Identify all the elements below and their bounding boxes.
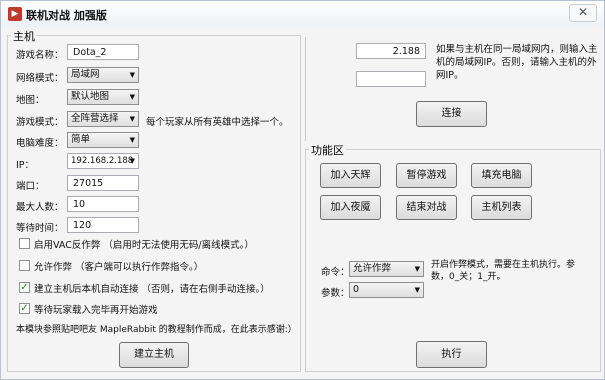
pause-game-button[interactable]: 暂停游戏	[396, 163, 457, 188]
wait-time-label: 等待时间：	[16, 223, 64, 234]
vac-checkbox-label: 启用VAC反作弊 （启用时无法使用无码/离线模式。）	[34, 240, 254, 251]
host-list-button[interactable]: 主机列表	[471, 195, 532, 220]
map-label: 地图：	[16, 95, 45, 106]
app-icon: ▶	[8, 7, 22, 21]
ip-label: IP：	[16, 160, 35, 171]
join-dire-button[interactable]: 加入夜魇	[320, 195, 381, 220]
map-value: 默认地图	[71, 91, 110, 102]
close-button[interactable]: ✕	[569, 4, 597, 22]
dropdown-arrow-icon: ▼	[129, 115, 135, 123]
wait-load-checkbox[interactable]: ✓	[19, 303, 30, 314]
connect-port-input[interactable]	[356, 71, 426, 87]
max-players-label: 最大人数：	[16, 202, 64, 213]
game-mode-value: 全阵营选择	[71, 113, 119, 124]
connect-hint: 如果与主机在同一局域网内，则输入主机的局域网IP。否则，请输入主机的外网IP。	[436, 44, 598, 81]
param-label: 参数：	[321, 288, 350, 299]
ip-select[interactable]: 192.168.2.188 ▼	[67, 153, 139, 169]
connect-button[interactable]: 连接	[416, 101, 487, 127]
network-mode-select[interactable]: 局域网 ▼	[67, 67, 139, 83]
join-radiant-button[interactable]: 加入天辉	[320, 163, 381, 188]
param-select[interactable]: 0 ▼	[349, 282, 424, 298]
param-value: 0	[353, 284, 360, 295]
dropdown-arrow-icon: ▼	[414, 265, 420, 273]
host-group-title: 主机	[11, 28, 37, 44]
command-label: 命令：	[321, 267, 350, 278]
dropdown-arrow-icon: ▼	[129, 157, 135, 165]
connect-ip-input[interactable]: 2.188	[356, 43, 426, 59]
create-host-button[interactable]: 建立主机	[119, 342, 189, 368]
cheats-checkbox-label: 允许作弊 （客户端可以执行作弊指令。）	[34, 262, 204, 273]
command-select[interactable]: 允许作弊 ▼	[349, 261, 424, 277]
ai-difficulty-value: 简单	[71, 134, 91, 145]
dropdown-arrow-icon: ▼	[414, 286, 420, 294]
credit-text: 本模块参照贴吧吧友 MapleRabbit 的教程制作而成，在此表示感谢:）	[16, 325, 297, 335]
ai-difficulty-label: 电脑难度：	[16, 138, 64, 149]
divider	[305, 37, 306, 141]
game-mode-select[interactable]: 全阵营选择 ▼	[67, 111, 139, 127]
vac-checkbox[interactable]	[19, 238, 30, 249]
port-label: 端口：	[16, 181, 45, 192]
ai-difficulty-select[interactable]: 简单 ▼	[67, 132, 139, 148]
cheats-checkbox[interactable]	[19, 260, 30, 271]
network-mode-label: 网络模式：	[16, 73, 64, 84]
dropdown-arrow-icon: ▼	[129, 136, 135, 144]
command-value: 允许作弊	[353, 263, 392, 274]
wait-time-input[interactable]: 120	[67, 217, 139, 233]
ip-value: 192.168.2.188	[71, 156, 134, 166]
dropdown-arrow-icon: ▼	[129, 71, 135, 79]
game-name-label: 游戏名称：	[16, 50, 64, 61]
game-name-input[interactable]: Dota_2	[67, 44, 139, 60]
game-mode-label: 游戏模式：	[16, 117, 64, 128]
port-input[interactable]: 27015	[67, 175, 139, 191]
wait-load-checkbox-label: 等待玩家载入完毕再开始游戏	[34, 305, 158, 316]
max-players-input[interactable]: 10	[67, 196, 139, 212]
window-title: 联机对战 加强版	[26, 9, 107, 22]
dropdown-arrow-icon: ▼	[129, 93, 135, 101]
execute-button[interactable]: 执行	[416, 341, 487, 368]
main-window: ▶ 联机对战 加强版 ✕ 主机 游戏名称： Dota_2 网络模式： 局域网 ▼ …	[0, 0, 605, 380]
fill-bots-button[interactable]: 填充电脑	[471, 163, 532, 188]
game-mode-hint: 每个玩家从所有英雄中选择一个。	[146, 117, 289, 128]
map-select[interactable]: 默认地图 ▼	[67, 89, 139, 105]
auto-connect-checkbox[interactable]: ✓	[19, 282, 30, 293]
function-group-title: 功能区	[309, 142, 346, 158]
auto-connect-checkbox-label: 建立主机后本机自动连接 （否则，请在右侧手动连接。）	[34, 284, 270, 295]
command-hint: 开启作弊模式，需要在主机执行。参数，0_关；1_开。	[431, 260, 576, 282]
network-mode-value: 局域网	[71, 69, 100, 80]
title-bar: ▶ 联机对战 加强版 ✕	[1, 1, 604, 27]
end-match-button[interactable]: 结束对战	[396, 195, 457, 220]
